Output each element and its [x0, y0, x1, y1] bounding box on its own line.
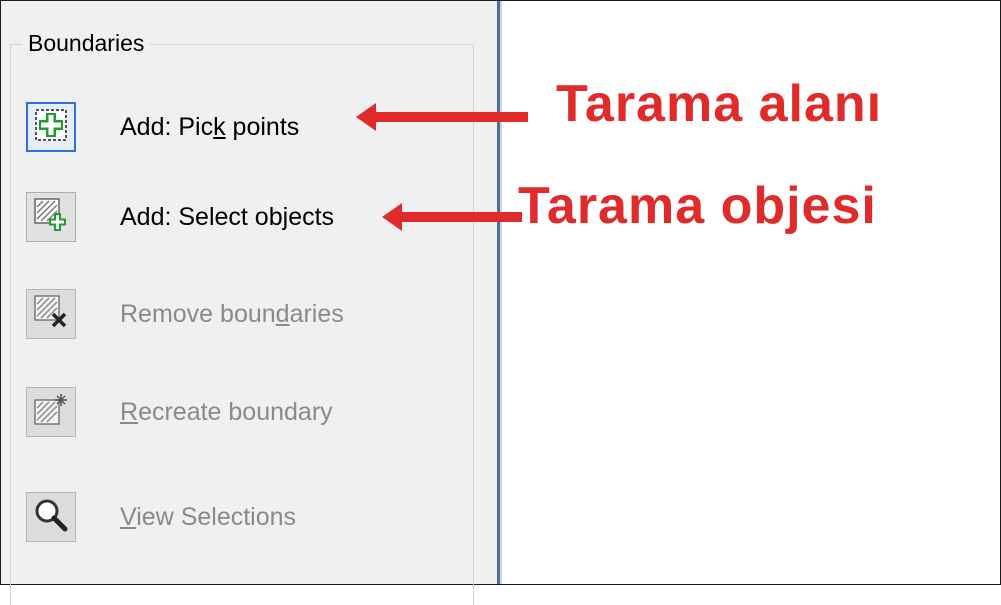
- add-pick-points-label: Add: Pick points: [120, 113, 300, 141]
- recreate-boundary-label: Recreate boundary: [120, 398, 333, 426]
- pick-points-icon: [34, 108, 68, 147]
- add-select-objects-button[interactable]: [26, 192, 76, 242]
- view-selections-row[interactable]: View Selections: [26, 490, 296, 544]
- panel-border-highlight: [500, 1, 502, 584]
- add-pick-points-button[interactable]: [26, 102, 76, 152]
- annotation-tarama-objesi: Tarama objesi: [518, 177, 877, 235]
- annotation-arrow-1: [356, 103, 528, 131]
- view-selections-button[interactable]: [26, 492, 76, 542]
- remove-boundaries-row[interactable]: Remove boundaries: [26, 287, 344, 341]
- annotation-tarama-alani: Tarama alanı: [556, 75, 883, 133]
- view-selections-label: View Selections: [120, 503, 297, 531]
- add-pick-points-row[interactable]: Add: Pick points: [26, 100, 299, 154]
- select-objects-icon: [33, 197, 69, 238]
- recreate-boundary-icon: [33, 392, 69, 433]
- recreate-boundary-button[interactable]: [26, 387, 76, 437]
- recreate-boundary-row[interactable]: Recreate boundary: [26, 385, 333, 439]
- boundaries-group-title: Boundaries: [22, 28, 151, 58]
- annotation-arrow-2: [382, 203, 522, 231]
- add-select-objects-label: Add: Select objects: [120, 203, 335, 231]
- remove-boundaries-icon: [33, 294, 69, 335]
- remove-boundaries-label: Remove boundaries: [120, 300, 344, 328]
- view-selections-icon: [33, 497, 69, 538]
- remove-boundaries-button[interactable]: [26, 289, 76, 339]
- add-select-objects-row[interactable]: Add: Select objects: [26, 190, 334, 244]
